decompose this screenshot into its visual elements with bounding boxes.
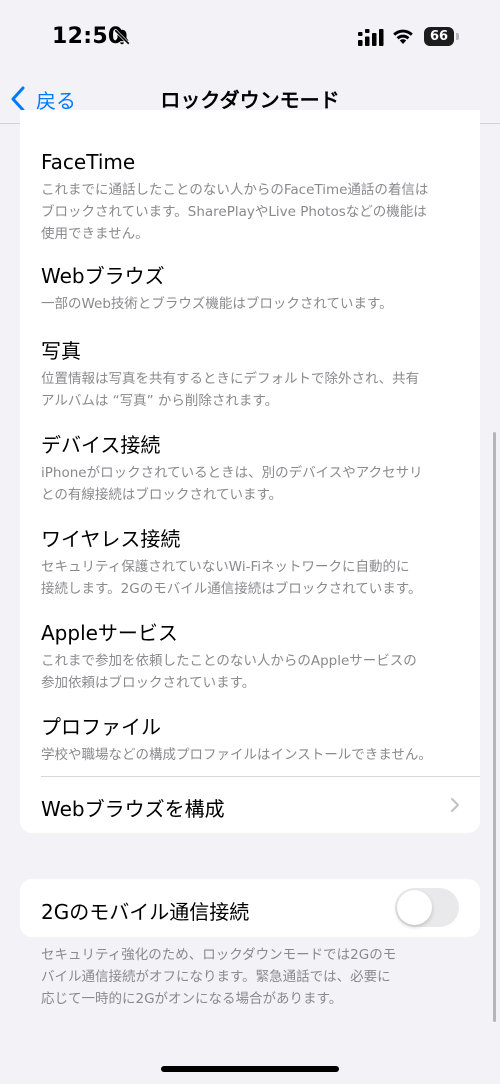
section-profiles: プロファイル 学校や職場などの構成プロファイルはインストールできません。 <box>41 714 461 766</box>
section-wireless-connections: ワイヤレス接続 セキュリティ保護されていないWi-Fiネットワークに自動的に 接… <box>41 526 461 600</box>
section-description: セキュリティ保護されていないWi-Fiネットワークに自動的に 接続します。2Gの… <box>41 559 422 597</box>
scrollbar[interactable] <box>493 432 496 1022</box>
2g-footer-note: セキュリティ強化のため、ロックダウンモードでは2Gのモ バイル通信接続がオフにな… <box>41 947 397 1007</box>
toggle-knob <box>397 890 432 925</box>
2g-toggle-card: 2Gのモバイル通信接続 <box>20 879 480 937</box>
section-title: プロファイル <box>41 715 161 739</box>
section-title: デバイス接続 <box>41 433 161 457</box>
section-photos: 写真 位置情報は写真を共有するときにデフォルトで除外され、共有 アルバムは “写… <box>41 338 461 412</box>
section-title: 写真 <box>41 339 81 363</box>
section-device-connections: デバイス接続 iPhoneがロックされているときは、別のデバイスやアクセサリ と… <box>41 432 461 506</box>
configure-web-browsing-label: Webブラウズを構成 <box>41 797 225 821</box>
bell-slash-icon <box>113 28 131 46</box>
chevron-right-icon <box>450 797 460 813</box>
battery-level: 66 <box>429 29 449 44</box>
section-title: FaceTime <box>41 150 136 174</box>
lockdown-features-card: FaceTime これまでに通話したことのない人からのFaceTime通話の着信… <box>20 110 480 833</box>
section-description: iPhoneがロックされているときは、別のデバイスやアクセサリ との有線接続はブ… <box>41 465 423 503</box>
configure-web-browsing-row[interactable]: Webブラウズを構成 <box>20 777 480 833</box>
home-indicator[interactable] <box>161 1066 339 1072</box>
section-description: 学校や職場などの構成プロファイルはインストールできません。 <box>41 747 432 763</box>
status-bar: 12:50 66 <box>0 0 500 74</box>
2g-toggle-switch[interactable] <box>395 888 459 927</box>
section-title: Appleサービス <box>41 621 178 645</box>
section-apple-services: Appleサービス これまで参加を依頼したことのない人からのAppleサービスの… <box>41 620 461 694</box>
wifi-icon <box>393 29 413 44</box>
2g-toggle-label: 2Gのモバイル通信接続 <box>41 900 250 924</box>
section-title: Webブラウズ <box>41 264 165 288</box>
battery-cap <box>456 33 459 40</box>
section-title: ワイヤレス接続 <box>41 527 181 551</box>
cellular-signal-icon <box>358 29 384 46</box>
section-description: これまでに通話したことのない人からのFaceTime通話の着信は ブロックされて… <box>41 182 429 242</box>
section-web-browsing: Webブラウズ 一部のWeb技術とブラウズ機能はブロックされています。 <box>41 263 461 315</box>
section-description: 位置情報は写真を共有するときにデフォルトで除外され、共有 アルバムは “写真” … <box>41 371 420 409</box>
section-facetime: FaceTime これまでに通話したことのない人からのFaceTime通話の着信… <box>41 149 461 245</box>
battery-icon: 66 <box>424 27 454 46</box>
section-description: これまで参加を依頼したことのない人からのAppleサービスの 参加依頼はブロック… <box>41 653 417 691</box>
section-description: 一部のWeb技術とブラウズ機能はブロックされています。 <box>41 296 393 312</box>
page-title: ロックダウンモード <box>160 88 340 112</box>
